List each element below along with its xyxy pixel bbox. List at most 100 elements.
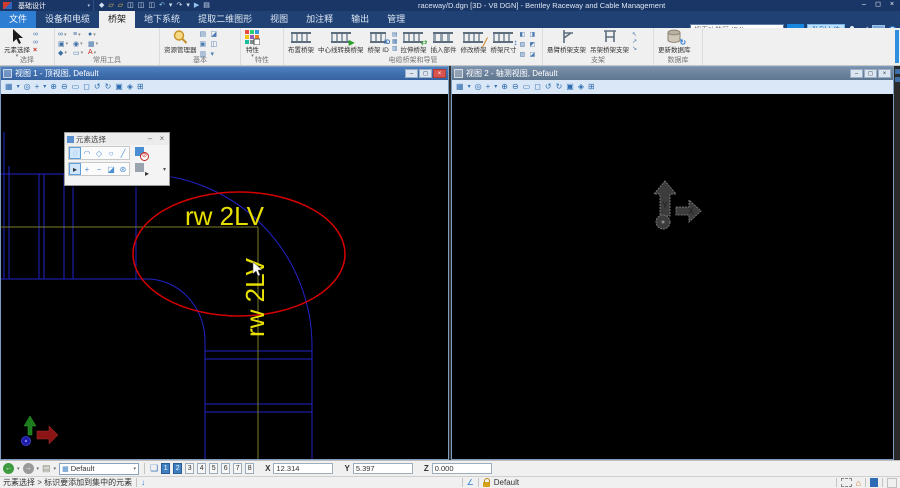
hanger-support-button[interactable]: 吊架桥架支架 bbox=[589, 29, 630, 54]
view-toggle-4[interactable]: 4 bbox=[197, 463, 206, 474]
adjust-view-icon[interactable]: + bbox=[486, 80, 491, 94]
tray-size-button[interactable]: ↕ 桥架尺寸 bbox=[489, 29, 517, 54]
z-coordinate-input[interactable] bbox=[432, 463, 492, 474]
update-database-button[interactable]: ↻ 更新数据库 bbox=[657, 29, 692, 54]
model-icon[interactable]: ◪ bbox=[211, 32, 221, 41]
view-toggle-5[interactable]: 5 bbox=[209, 463, 218, 474]
fit-view-icon[interactable]: ◻ bbox=[83, 80, 90, 94]
raster-icon[interactable]: ◫ bbox=[211, 42, 221, 51]
centerline-to-tray-button[interactable]: ▶ 中心线转换桥架 bbox=[317, 29, 365, 54]
fence-home-icon[interactable]: ⌂ bbox=[856, 478, 861, 488]
chevron-down-icon[interactable]: ▾ bbox=[54, 466, 57, 472]
link-icon[interactable]: ∞ bbox=[33, 31, 38, 38]
tab-view[interactable]: 视图 bbox=[261, 11, 297, 28]
select-line-tool[interactable]: ╱ bbox=[117, 147, 129, 159]
zoom-out-icon[interactable]: ⊖ bbox=[512, 80, 519, 94]
view-display-style-icon[interactable]: ◎ bbox=[24, 80, 31, 94]
view-restore-button[interactable]: ◻ bbox=[419, 69, 432, 78]
active-level-value[interactable]: Default bbox=[494, 478, 519, 487]
view-toggle-8[interactable]: 8 bbox=[245, 463, 254, 474]
text-tool-icon[interactable]: A▾ bbox=[88, 49, 103, 56]
support-option-icon[interactable]: ↗ bbox=[632, 39, 637, 45]
chevron-down-icon[interactable]: ▾ bbox=[43, 80, 46, 94]
docked-tab-icon[interactable] bbox=[895, 77, 900, 82]
view-close-button[interactable]: × bbox=[433, 69, 446, 78]
docked-panel-edge[interactable] bbox=[895, 30, 899, 63]
view-next-icon[interactable]: ◈ bbox=[127, 80, 133, 94]
redo-caret-icon[interactable]: ▾ bbox=[186, 0, 190, 11]
window-area-icon[interactable]: ▭ bbox=[72, 80, 80, 94]
toolbox-expand-caret[interactable]: ▾ bbox=[163, 166, 166, 173]
tray-id-button[interactable]: ID 桥架 ID bbox=[367, 29, 390, 54]
restore-button[interactable]: ◻ bbox=[871, 0, 885, 10]
adjust-view-icon[interactable]: + bbox=[35, 80, 40, 94]
view-toggle-6[interactable]: 6 bbox=[221, 463, 230, 474]
pointer-icon[interactable]: ▤ bbox=[203, 0, 210, 11]
render-tool-icon[interactable]: ◉▾ bbox=[73, 40, 88, 48]
undo-caret-icon[interactable]: ▾ bbox=[169, 0, 173, 11]
view2-canvas[interactable]: Y X bbox=[452, 94, 893, 459]
view1-titlebar[interactable]: 视图 1 - 顶视图, Default – ◻ × bbox=[1, 67, 448, 80]
fence-tool-icon[interactable]: ▣▾ bbox=[58, 40, 73, 48]
select-new-mode[interactable]: ▸ bbox=[69, 163, 81, 175]
tray-label-horizontal[interactable]: rw 2LV bbox=[185, 201, 265, 231]
open-folder-icon[interactable]: ▱ bbox=[118, 0, 123, 11]
forward-button[interactable]: → bbox=[23, 463, 34, 474]
element-selection-button[interactable]: 元素选择 ▾ bbox=[3, 29, 31, 59]
undo-icon[interactable]: ↶ bbox=[159, 0, 165, 11]
save-as-icon[interactable]: ◫ bbox=[138, 0, 145, 11]
view-minimize-button[interactable]: – bbox=[405, 69, 418, 78]
modify-tray-button[interactable]: ╱ 修改桥架 bbox=[459, 29, 487, 54]
redo-icon[interactable]: ↷ bbox=[176, 0, 182, 11]
chevron-down-icon[interactable]: ▾ bbox=[37, 466, 40, 472]
tab-annotate[interactable]: 加注释 bbox=[297, 11, 342, 28]
sheet-icon[interactable]: ▤ bbox=[200, 32, 210, 41]
insert-part-button[interactable]: 插入部件 bbox=[429, 29, 457, 54]
delete-icon[interactable]: × bbox=[33, 47, 38, 54]
view-minimize-button[interactable]: – bbox=[850, 69, 863, 78]
copy-view-icon[interactable]: ⊞ bbox=[588, 80, 595, 94]
tab-tray[interactable]: 桥架 bbox=[99, 11, 135, 28]
view-toggle-2[interactable]: 2 bbox=[173, 463, 182, 474]
toolbox-titlebar[interactable]: 元素选择 – × bbox=[65, 133, 169, 145]
tray-option-icon[interactable]: ▤ bbox=[392, 32, 398, 38]
tray-option-icon[interactable]: ◩ bbox=[529, 42, 538, 51]
locks-icon[interactable] bbox=[483, 482, 490, 487]
view-attributes-icon[interactable]: ▦ bbox=[5, 80, 13, 94]
view-previous-icon[interactable]: ▣ bbox=[566, 80, 574, 94]
select-circle-tool[interactable]: ○ bbox=[105, 147, 117, 159]
print-icon[interactable]: ▶ bbox=[194, 0, 199, 11]
zoom-out-icon[interactable]: ⊖ bbox=[61, 80, 68, 94]
attach-tool-icon[interactable]: ∞▾ bbox=[58, 31, 73, 38]
fit-view-icon[interactable]: ◻ bbox=[534, 80, 541, 94]
view-attributes-icon[interactable]: ▦ bbox=[456, 80, 464, 94]
element-selection-toolbox[interactable]: 元素选择 – × ◌ ◠ ◇ ○ ╱ ⊘ ▸ + − ◪ ⊛ bbox=[64, 132, 170, 186]
close-button[interactable]: × bbox=[885, 0, 899, 10]
selection-set-icon[interactable] bbox=[841, 478, 852, 487]
tray-option-icon[interactable]: ▦ bbox=[392, 39, 398, 45]
y-coordinate-input[interactable] bbox=[353, 463, 413, 474]
view-restore-button[interactable]: ◻ bbox=[864, 69, 877, 78]
view-toggle-3[interactable]: 3 bbox=[185, 463, 194, 474]
explorer-button[interactable]: 资源管理器 bbox=[163, 29, 198, 54]
save-settings-icon[interactable]: ◫ bbox=[148, 0, 155, 11]
status-extra-icon[interactable] bbox=[887, 478, 897, 488]
select-shape-tool[interactable]: ◇ bbox=[93, 147, 105, 159]
select-clear-mode[interactable]: ⊛ bbox=[117, 163, 129, 175]
zoom-in-icon[interactable]: ⊕ bbox=[501, 80, 508, 94]
save-icon[interactable]: ◫ bbox=[127, 0, 134, 11]
open-folder-icon[interactable]: ▱ bbox=[108, 0, 113, 11]
chevron-down-icon[interactable]: ▾ bbox=[468, 80, 471, 94]
select-subtract-mode[interactable]: − bbox=[93, 163, 105, 175]
new-file-icon[interactable]: ◆ bbox=[99, 0, 104, 11]
zoom-in-icon[interactable]: ⊕ bbox=[50, 80, 57, 94]
cantilever-support-button[interactable]: 悬臂桥架支架 bbox=[546, 29, 587, 54]
view-toggle-7[interactable]: 7 bbox=[233, 463, 242, 474]
workflow-selector[interactable]: 基础设计 ▾ bbox=[15, 0, 94, 11]
stretch-tray-button[interactable]: ⇄ 拉伸桥架 bbox=[399, 29, 427, 54]
toolbox-minimize-button[interactable]: – bbox=[145, 133, 155, 145]
view2-titlebar[interactable]: 视图 2 - 轴测视图, Default – ◻ × bbox=[452, 67, 893, 80]
view-close-button[interactable]: × bbox=[878, 69, 891, 78]
x-coordinate-input[interactable] bbox=[273, 463, 333, 474]
docked-tab-icon[interactable] bbox=[895, 69, 900, 74]
